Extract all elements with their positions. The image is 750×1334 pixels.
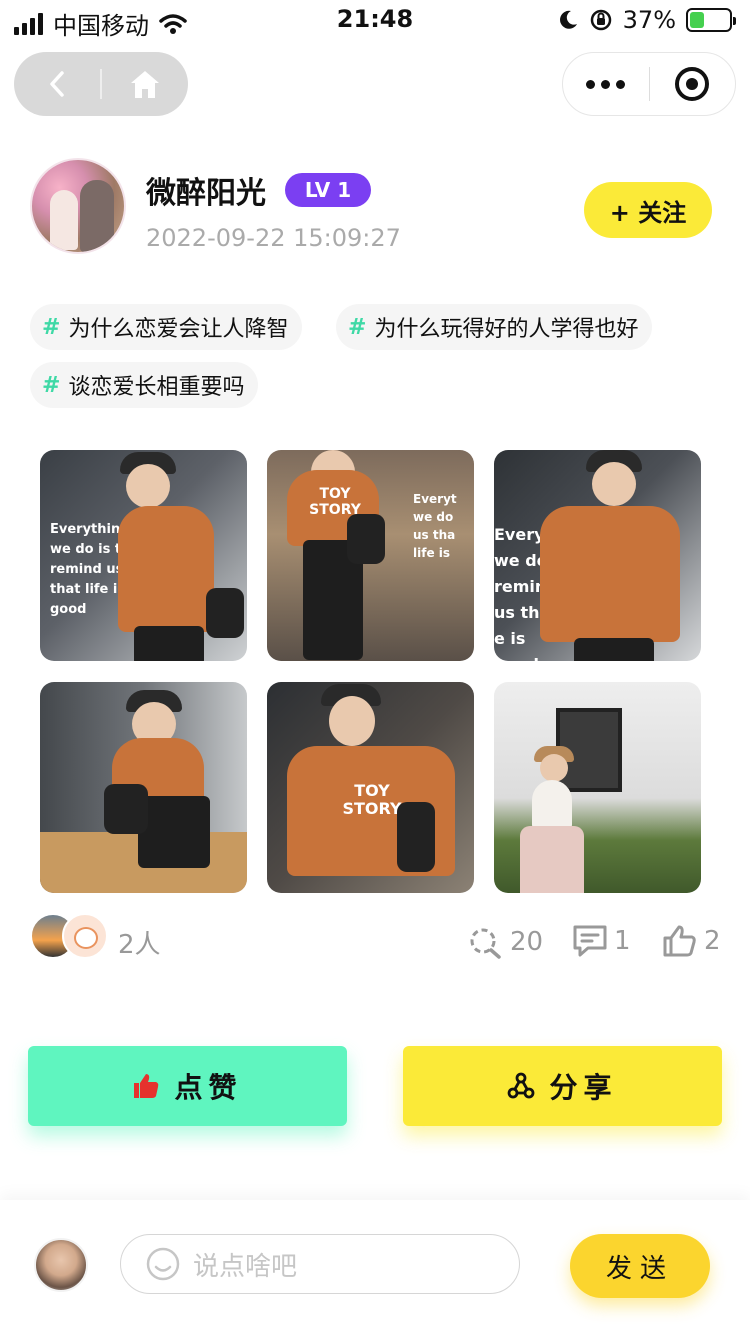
more-dots-icon [586,79,626,89]
topic-label: 谈恋爱长相重要吗 [68,375,245,400]
post-photo-4[interactable] [40,682,247,893]
comment-placeholder: 说点啥吧 [193,1251,298,1282]
battery-percent: 37% [622,6,676,34]
send-button[interactable]: 发送 [570,1234,710,1298]
author-name[interactable]: 微醉阳光 [146,168,266,212]
views-count: 20 [510,927,544,957]
like-button[interactable]: 点赞 [28,1046,347,1126]
post-photo-6[interactable] [494,682,701,893]
topic-label: 为什么恋爱会让人降智 [68,317,289,342]
comments-count: 1 [614,926,631,956]
hash-icon: # [42,314,61,340]
avatar [62,913,108,959]
share-icon [508,1072,535,1099]
home-icon [131,71,159,98]
moon-icon [559,10,577,29]
author-avatar[interactable] [30,158,126,254]
views-stat: 20 [466,924,543,960]
target-circle-icon [675,67,710,101]
post-detail-page: 中国移动 21:48 37% 微醉阳光 LV 1 2022-09-22 15:0… [0,0,750,1334]
hash-icon: # [348,314,367,340]
likes-stat[interactable]: 2 [662,924,721,958]
share-button[interactable]: 分享 [403,1046,722,1126]
home-button[interactable] [102,52,188,116]
chevron-left-icon [50,71,64,97]
like-button-label: 点赞 [174,1071,243,1104]
back-button[interactable] [14,52,100,116]
topic-tag[interactable]: # 为什么玩得好的人学得也好 [336,304,653,350]
battery-fill [690,12,705,28]
battery-icon [686,8,736,32]
nav-capsule-left [14,52,188,116]
share-button-label: 分享 [549,1071,618,1104]
level-badge: LV 1 [285,173,371,207]
avatar [34,1238,88,1292]
likes-count: 2 [704,926,721,956]
nav-capsule-right [562,52,736,116]
status-right: 37% [557,6,736,34]
more-button[interactable] [563,53,649,115]
comment-input[interactable]: 说点啥吧 [120,1234,520,1294]
topic-tag[interactable]: # 为什么恋爱会让人降智 [30,304,303,350]
emoji-icon[interactable] [145,1246,181,1282]
thumbs-up-icon [663,925,696,957]
post-photo-3[interactable]: Everything we do is remind us that e is … [494,450,701,661]
views-icon [470,928,501,959]
post-photo-1[interactable]: Everything we do is to remind us that li… [40,450,247,661]
topic-tag[interactable]: # 谈恋爱长相重要吗 [30,362,259,408]
post-date: 2022-09-22 15:09:27 [146,224,401,252]
post-photo-5[interactable]: TOY STORY [267,682,474,893]
hash-icon: # [42,372,61,398]
rotation-lock-icon [590,9,611,31]
post-photo-2[interactable]: Everyt we do us tha life is TOY STORY [267,450,474,661]
topic-label: 为什么玩得好的人学得也好 [374,317,639,342]
close-miniprogram-button[interactable] [650,53,736,115]
status-bar: 中国移动 21:48 37% [0,0,750,40]
comments-stat[interactable]: 1 [572,924,631,958]
thumbs-up-icon [134,1074,159,1098]
viewers-count: 2人 [118,930,161,960]
comment-icon [573,925,607,957]
follow-button[interactable]: + 关注 [584,182,712,238]
